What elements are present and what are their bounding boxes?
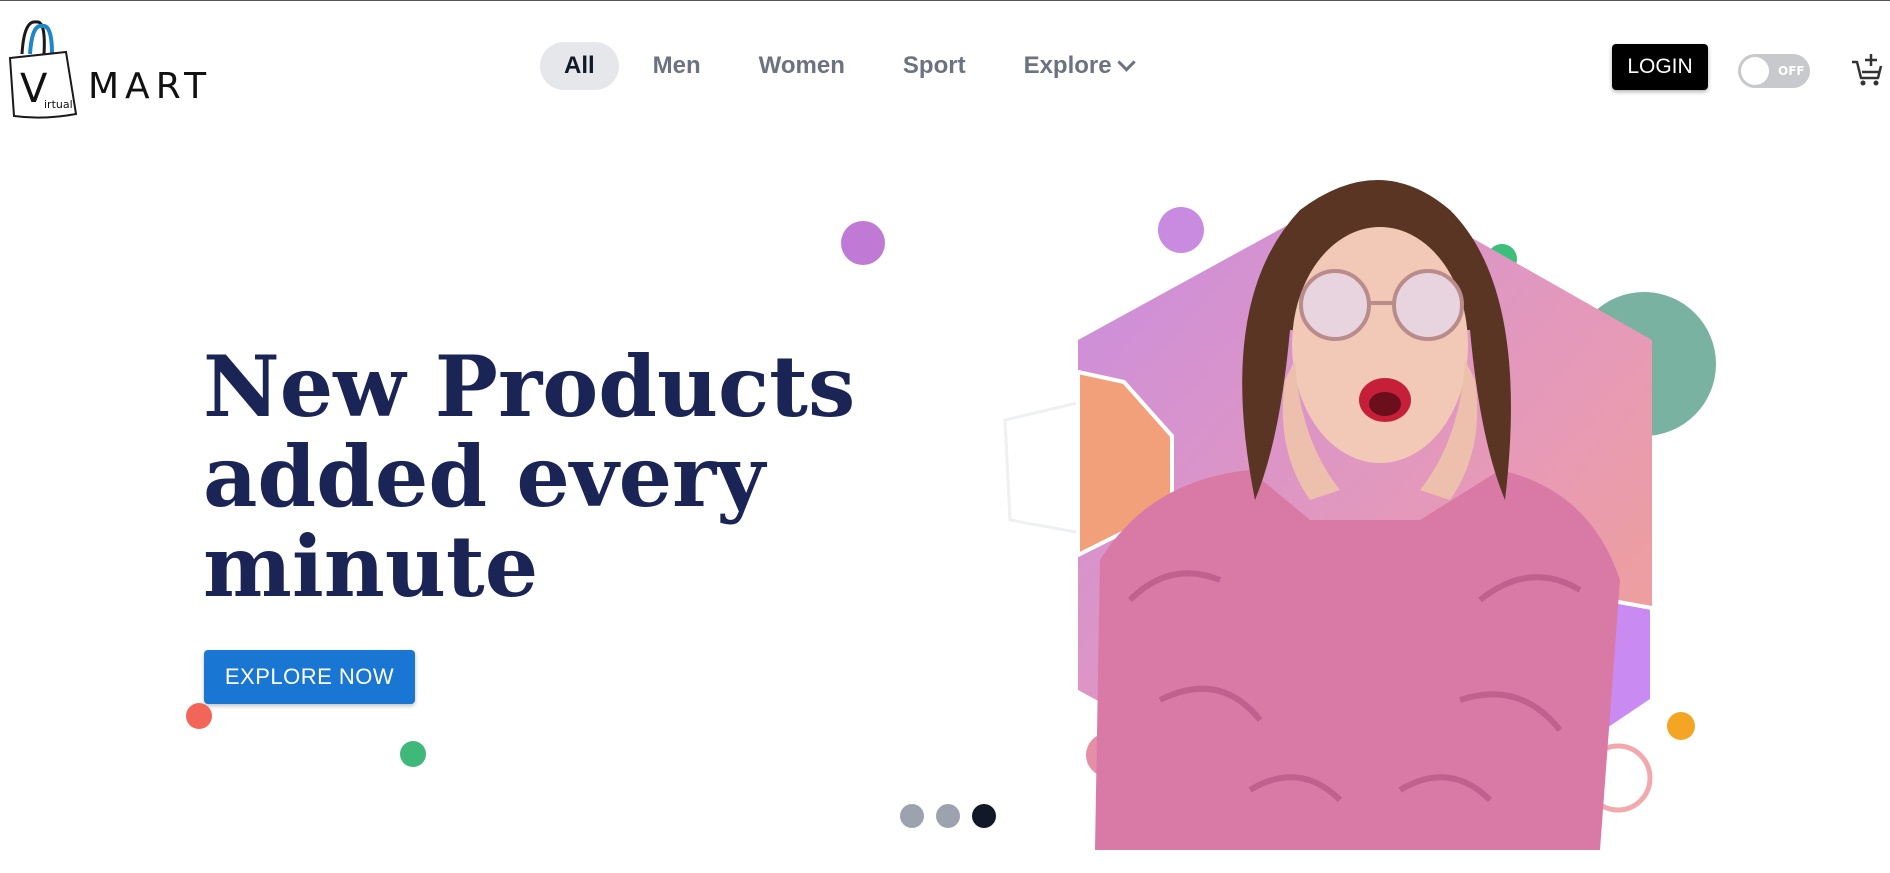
carousel-dot-3[interactable] [972,804,996,828]
cart-plus-icon[interactable] [1850,52,1884,88]
carousel-dot-1[interactable] [900,804,924,828]
nav-item-men[interactable]: Men [629,42,725,90]
decorative-dot [400,741,426,767]
hero-line-2: added every [203,427,766,526]
category-nav: All Men Women Sport Explore [540,42,1167,90]
theme-toggle[interactable]: OFF [1738,54,1810,88]
hero-headline: New Products added every minute [203,342,923,612]
logo-small-text: irtual [44,98,73,111]
chevron-down-icon [1116,52,1136,72]
nav-label: Women [758,52,845,79]
login-button[interactable]: LOGIN [1612,44,1708,90]
carousel-indicator [900,804,1008,828]
hero-image [1003,180,1716,850]
carousel-dot-2[interactable] [936,804,960,828]
logo-wordmark: MART [88,66,213,107]
nav-label: Sport [902,52,966,79]
nav-item-all[interactable]: All [540,42,619,90]
nav-label: All [564,52,595,79]
decorative-dot [841,221,885,265]
decorative-dot [186,703,212,729]
nav-item-sport[interactable]: Sport [879,42,990,90]
nav-item-explore[interactable]: Explore [1000,42,1157,90]
explore-now-button[interactable]: EXPLORE NOW [204,650,415,704]
toggle-knob [1741,57,1769,85]
nav-item-women[interactable]: Women [735,42,869,90]
vmart-logo[interactable]: V irtual MART [0,14,230,124]
toggle-state-label: OFF [1778,64,1805,78]
hero-line-3: minute [203,517,539,616]
nav-label: Men [652,52,701,79]
nav-label: Explore [1023,52,1112,79]
top-border [0,0,1890,1]
hero-line-1: New Products [203,337,856,436]
